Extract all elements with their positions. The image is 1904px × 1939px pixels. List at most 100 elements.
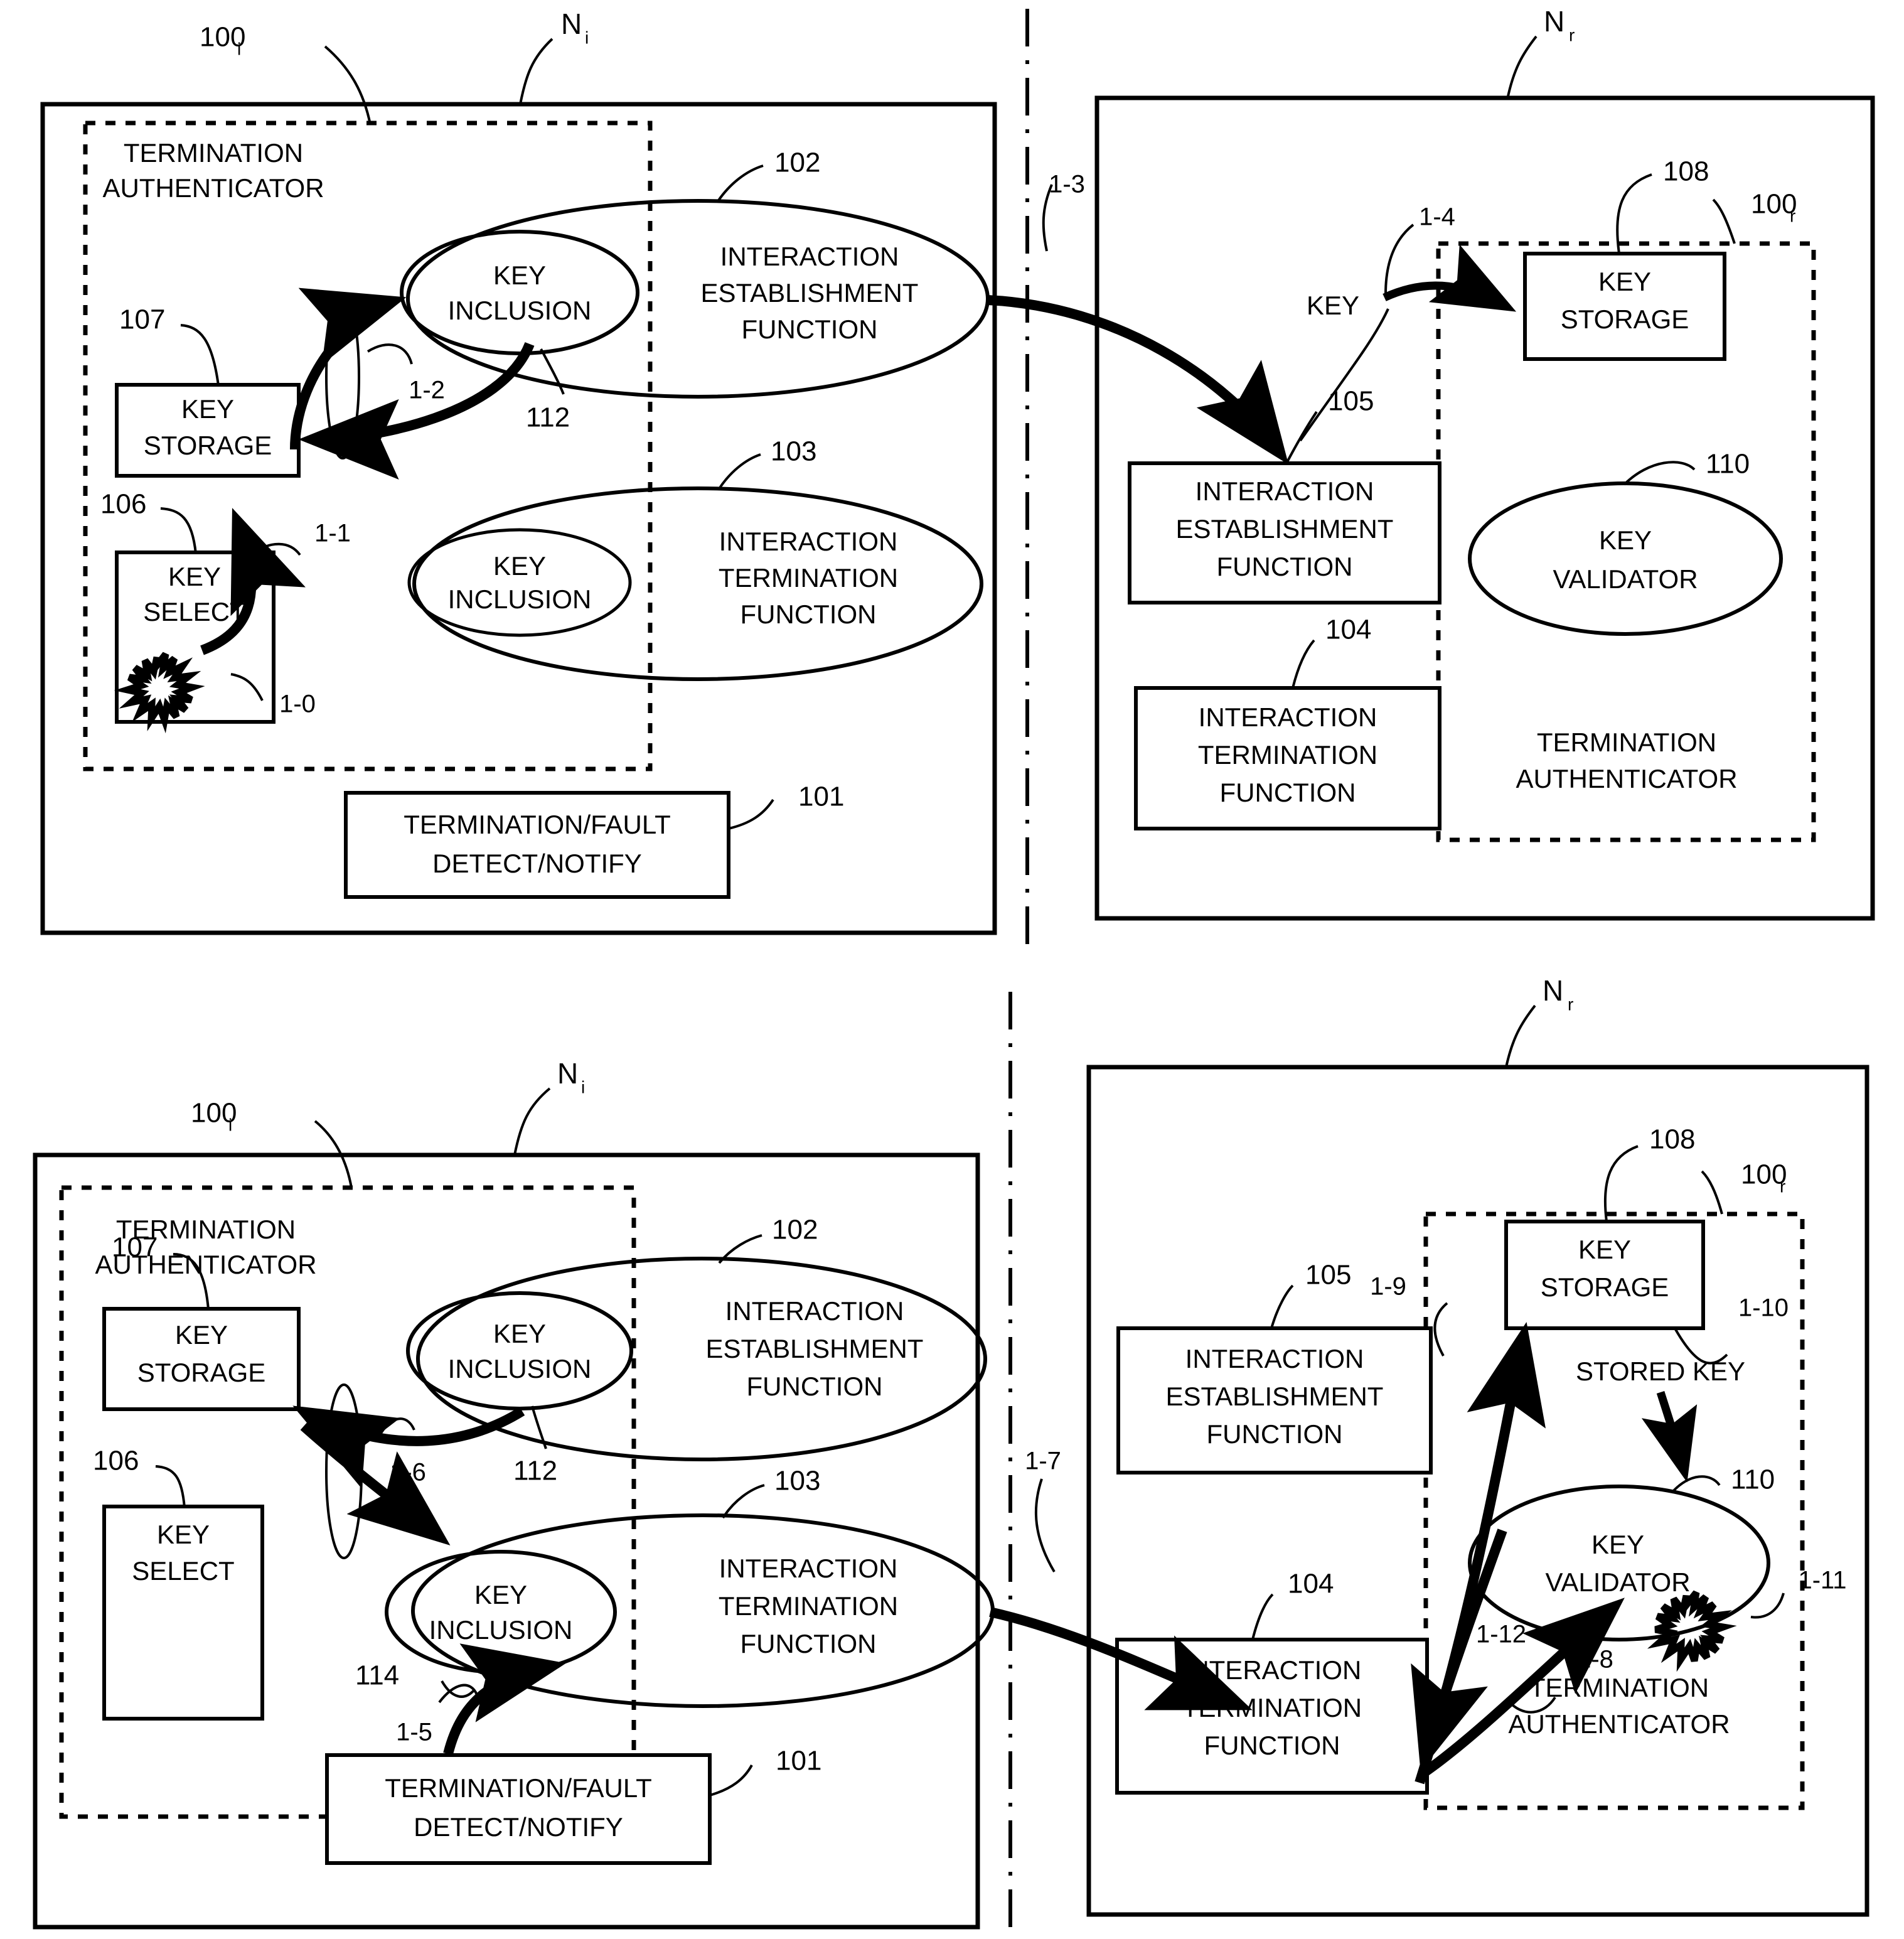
bottom-flow17-leader xyxy=(1034,1478,1056,1573)
top-ks107-line1: KEY xyxy=(181,394,234,424)
bottom-flow19-leader xyxy=(1433,1302,1448,1356)
bottom-itf-line1: INTERACTION xyxy=(719,1554,898,1583)
bottom-ksel-line1: KEY xyxy=(157,1520,210,1549)
bottom-ref-105: 105 xyxy=(1305,1260,1351,1291)
bottom-ref-110: 110 xyxy=(1731,1464,1775,1495)
top-annot-key: KEY xyxy=(1307,291,1359,320)
bottom-flow-1-5: 1-5 xyxy=(396,1719,432,1746)
bottom-flow-1-5-arrow xyxy=(443,1643,566,1755)
top-flow12-leader xyxy=(366,343,413,365)
top-ief105-line3: FUNCTION xyxy=(1217,552,1353,581)
bottom-left-node-label: N xyxy=(557,1057,578,1090)
top-ref-106: 106 xyxy=(100,489,146,520)
top-ref-104: 104 xyxy=(1325,615,1371,645)
bottom-right-auth-ref-sub: r xyxy=(1780,1176,1785,1196)
bottom-ki114-line1: KEY xyxy=(474,1580,527,1609)
bottom-stored-key-arrow xyxy=(1641,1391,1698,1483)
bottom-right-auth-title-line1: TERMINATION xyxy=(1529,1673,1709,1702)
top-left-auth-ref-leader xyxy=(324,45,372,125)
top-flow-1-2: 1-2 xyxy=(409,377,445,404)
bottom-flow-1-6: 1-6 xyxy=(390,1459,426,1486)
bottom-ks108-line2: STORAGE xyxy=(1541,1272,1669,1302)
bottom-ki114-line2: INCLUSION xyxy=(429,1615,573,1645)
figure-canvas: N i 100 i TERMINATION AUTHENTICATOR 102 … xyxy=(33,5,1875,1933)
bottom-itf104-line3: FUNCTION xyxy=(1204,1731,1340,1760)
bottom-ief105-line2: ESTABLISHMENT xyxy=(1166,1382,1384,1411)
top-kv-line2: VALIDATOR xyxy=(1553,564,1698,594)
bottom-kv-line2: VALIDATOR xyxy=(1545,1567,1690,1597)
top-itf-line2: TERMINATION xyxy=(719,563,898,593)
bottom-ief105-line1: INTERACTION xyxy=(1185,1344,1364,1373)
bottom-ref-112: 112 xyxy=(513,1456,557,1486)
bottom-right-node-label: N xyxy=(1543,974,1563,1007)
bottom-tf-line2: DETECT/NOTIFY xyxy=(414,1812,623,1842)
patent-figure-page: N i 100 i TERMINATION AUTHENTICATOR 102 … xyxy=(0,0,1904,1939)
bottom-kv-line1: KEY xyxy=(1591,1530,1644,1559)
bottom-right-node-leader xyxy=(1505,1004,1536,1068)
top-ks108-line2: STORAGE xyxy=(1561,304,1689,334)
top-left-auth-ref-sub: i xyxy=(237,39,241,58)
bottom-ref-114: 114 xyxy=(355,1660,399,1691)
top-kv-line1: KEY xyxy=(1599,525,1652,555)
top-ks108-line1: KEY xyxy=(1598,267,1651,296)
top-ref103-leader xyxy=(717,453,761,491)
bottom-ksel-line2: SELECT xyxy=(132,1556,234,1586)
top-key-annot-leader xyxy=(1299,308,1389,442)
top-ief-line3: FUNCTION xyxy=(742,314,878,344)
bottom-ks107-line2: STORAGE xyxy=(137,1358,266,1387)
top-left-auth-title-line2: AUTHENTICATOR xyxy=(102,173,324,203)
bottom-key-inclusion-112-ellipse xyxy=(406,1291,633,1410)
bottom-flow-1-7: 1-7 xyxy=(1025,1448,1061,1475)
top-left-auth-title-line1: TERMINATION xyxy=(124,138,303,168)
top-ref-102: 102 xyxy=(774,148,820,178)
bottom-flow-1-8: 1-8 xyxy=(1577,1646,1613,1673)
top-ref-103: 103 xyxy=(771,436,816,467)
top-ref101-leader xyxy=(728,798,774,830)
bottom-ref-107: 107 xyxy=(112,1232,158,1263)
top-ief105-line1: INTERACTION xyxy=(1195,476,1374,506)
top-ref106-leader xyxy=(160,507,197,554)
bottom-flow-1-11: 1-11 xyxy=(1798,1567,1846,1594)
top-ief105-line2: ESTABLISHMENT xyxy=(1176,514,1394,544)
bottom-left-auth-ref-sub: i xyxy=(228,1115,232,1134)
bottom-ks107-line1: KEY xyxy=(175,1320,228,1350)
bottom-annot-stored-key: STORED KEY xyxy=(1576,1356,1745,1386)
top-ref107-leader xyxy=(180,324,220,386)
top-ki112-line2: INCLUSION xyxy=(448,296,592,325)
top-ref-101: 101 xyxy=(798,782,844,812)
top-flow-1-4-arrow xyxy=(1383,244,1517,312)
top-right-node-label: N xyxy=(1544,5,1564,38)
top-ki-itf-line2: INCLUSION xyxy=(448,584,592,614)
top-itf-line1: INTERACTION xyxy=(719,527,898,556)
bottom-right-auth-title-line2: AUTHENTICATOR xyxy=(1508,1709,1730,1739)
top-key-validator-110-ellipse xyxy=(1468,481,1783,636)
bottom-ks108-line1: KEY xyxy=(1578,1235,1631,1264)
bottom-ref-108: 108 xyxy=(1649,1124,1695,1155)
top-itf-line3: FUNCTION xyxy=(741,599,877,629)
bottom-ref-106: 106 xyxy=(93,1446,139,1476)
top-flow-1-3-arrow xyxy=(987,295,1289,465)
top-ki112-line1: KEY xyxy=(493,261,546,290)
top-right-auth-ref-leader xyxy=(1712,198,1736,244)
bottom-interaction-termination-ellipse xyxy=(411,1513,995,1708)
bottom-itf-line2: TERMINATION xyxy=(719,1591,898,1621)
top-ksel-line2: SELECT xyxy=(143,597,245,626)
top-right-auth-ref-sub: r xyxy=(1790,206,1795,225)
top-ki-itf-line1: KEY xyxy=(493,551,546,581)
top-flow-1-1: 1-1 xyxy=(314,520,351,547)
bottom-ref-101: 101 xyxy=(776,1746,821,1776)
bottom-left-authenticator-box xyxy=(59,1185,636,1819)
bottom-ref103-leader xyxy=(722,1484,765,1519)
bottom-ief-line3: FUNCTION xyxy=(747,1372,883,1401)
top-ref-107: 107 xyxy=(119,304,165,335)
bottom-ief105-line3: FUNCTION xyxy=(1207,1419,1343,1449)
bottom-left-node-leader xyxy=(513,1087,551,1156)
bottom-ref-104: 104 xyxy=(1288,1569,1334,1599)
top-flow-1-2-arrow-up xyxy=(290,287,407,450)
top-right-node-leader xyxy=(1506,35,1538,100)
top-left-node-label-sub: i xyxy=(585,28,589,47)
bottom-ref110-leader xyxy=(1671,1475,1721,1494)
top-flow-1-3: 1-3 xyxy=(1049,171,1085,198)
bottom-right-auth-ref-leader xyxy=(1701,1170,1723,1215)
bottom-ref105-leader xyxy=(1270,1284,1294,1329)
